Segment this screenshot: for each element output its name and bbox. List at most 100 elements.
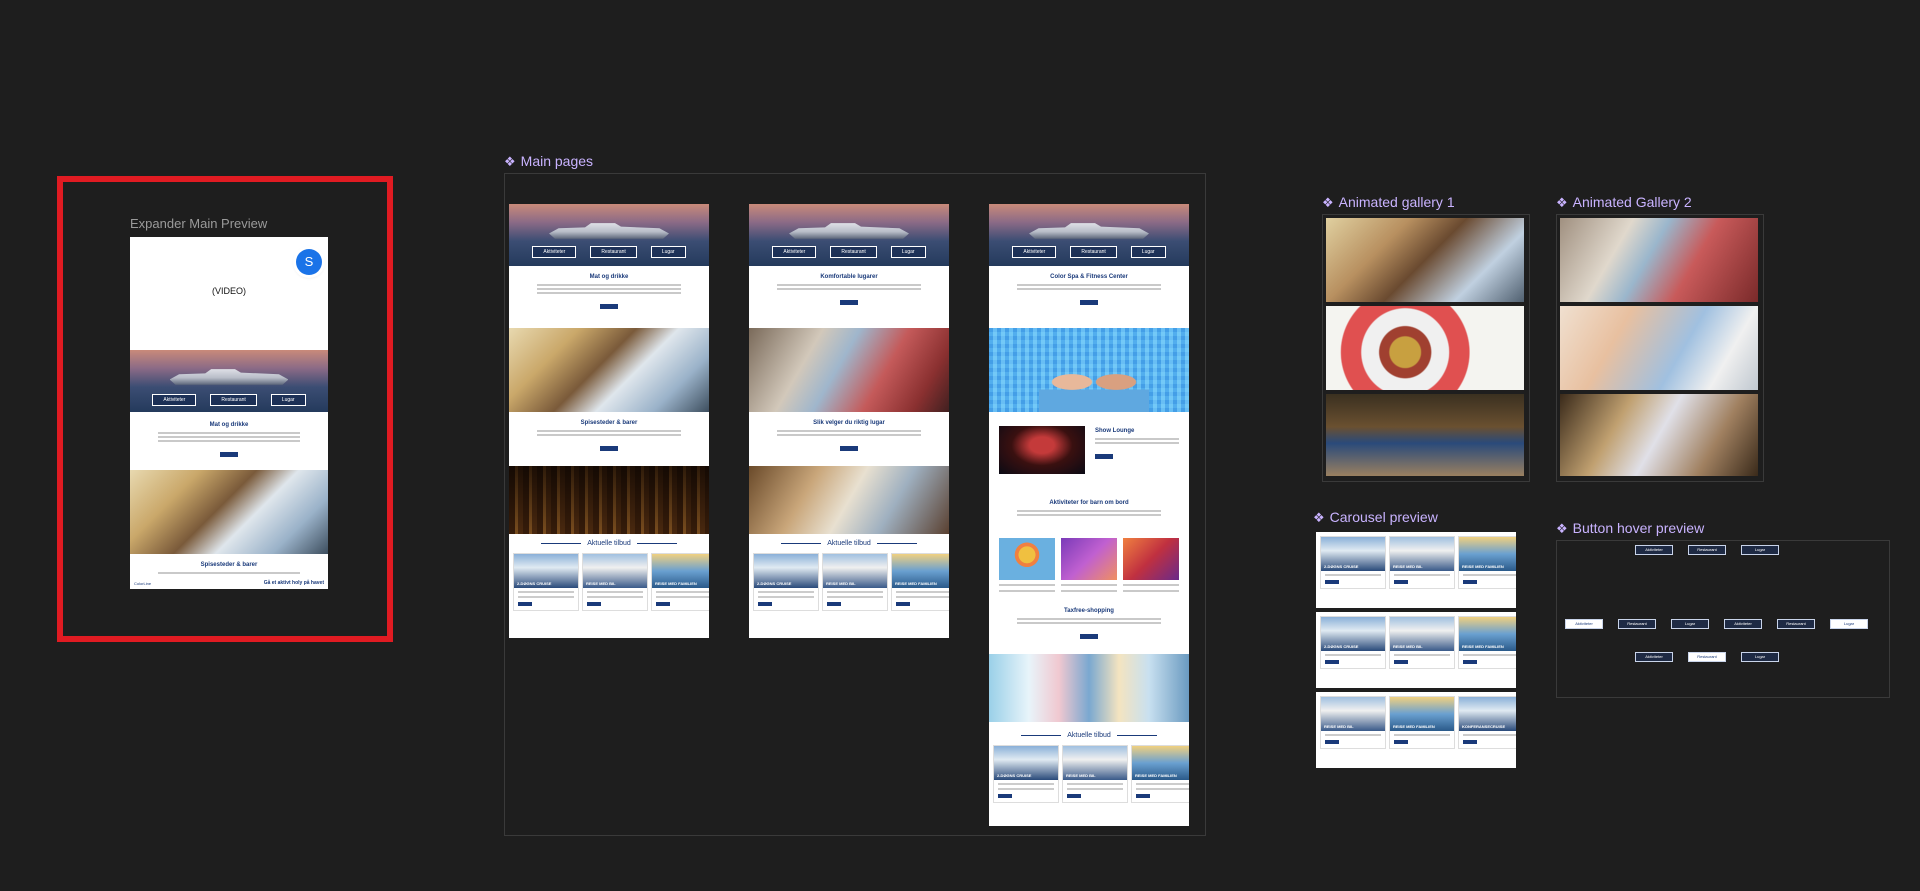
hero-button-activities[interactable]: Aktiviteter: [532, 246, 577, 258]
hero-button-activities[interactable]: Aktiviteter: [152, 394, 197, 406]
offers-title: Aktuelle tilbud: [1067, 732, 1111, 739]
offer-card[interactable]: REISE MED FAMILIEN: [891, 553, 949, 611]
bed-photo: [749, 466, 949, 534]
hover-button[interactable]: Restaurant: [1777, 619, 1815, 629]
component-icon: ❖: [1313, 510, 1325, 525]
read-more-button[interactable]: [600, 304, 618, 309]
footer-brand: ColorLine: [134, 580, 152, 586]
hover-button[interactable]: Restaurant: [1618, 619, 1656, 629]
gallery-image-child: [1560, 306, 1758, 390]
section-text: Mat og drikke: [130, 412, 328, 470]
section-title: Slik velger du riktig lugar: [813, 420, 885, 426]
hero-button-cabin[interactable]: Lugar: [270, 394, 306, 406]
expander-frame-label[interactable]: Expander Main Preview: [130, 216, 267, 231]
hover-button[interactable]: Lugar: [1671, 619, 1709, 629]
hover-button[interactable]: Aktiviteter: [1635, 545, 1673, 555]
hover-button[interactable]: Lugar: [1741, 545, 1779, 555]
avatar-letter: S: [304, 254, 314, 269]
hover-button[interactable]: Aktiviteter: [1635, 652, 1673, 662]
dining-photo: [130, 470, 328, 554]
hover-label[interactable]: ❖ Button hover preview: [1556, 520, 1704, 537]
ship-image: [169, 369, 289, 385]
hover-button[interactable]: Lugar: [1830, 619, 1868, 629]
show-section: Show Lounge: [989, 412, 1189, 492]
video-placeholder: (VIDEO) S: [130, 237, 328, 350]
activity-card[interactable]: [1123, 538, 1179, 594]
offer-card[interactable]: REISE MED FAMILIEN: [1131, 745, 1189, 803]
read-more-button[interactable]: [1080, 634, 1098, 639]
offer-card[interactable]: REISE MED FAMILIEN: [651, 553, 709, 611]
gallery1-label[interactable]: ❖ Animated gallery 1: [1322, 194, 1455, 211]
section-title: Aktiviteter for barn om bord: [1049, 500, 1129, 506]
ship-image: [549, 223, 669, 239]
read-more-button[interactable]: [840, 300, 858, 305]
hero-image: Aktiviteter Restaurant Lugar: [509, 204, 709, 266]
show-photo: [999, 426, 1085, 474]
hero-button-restaurant[interactable]: Restaurant: [1070, 246, 1117, 258]
main-pages-label[interactable]: ❖ Main pages: [504, 153, 593, 170]
hover-button[interactable]: Lugar: [1741, 652, 1779, 662]
read-more-button[interactable]: [600, 446, 618, 451]
component-icon: ❖: [504, 154, 516, 169]
offer-card[interactable]: REISE MED BIL: [1062, 745, 1128, 803]
gallery-image-dining: [1326, 218, 1524, 302]
carousel-row[interactable]: 2-DØGNS CRUISE REISE MED BIL REISE MED F…: [1316, 532, 1516, 608]
carousel-row[interactable]: 2-DØGNS CRUISE REISE MED BIL REISE MED F…: [1316, 612, 1516, 688]
offer-cards: 2-DØGNS CRUISE REISE MED BIL REISE MED F…: [989, 745, 1189, 803]
read-more-button[interactable]: [840, 446, 858, 451]
hero-button-restaurant[interactable]: Restaurant: [590, 246, 637, 258]
hero-button-cabin[interactable]: Lugar: [650, 246, 686, 258]
section-title: Show Lounge: [1095, 428, 1135, 434]
gallery-image-couple: [1560, 394, 1758, 476]
hero-button-restaurant[interactable]: Restaurant: [210, 394, 257, 406]
offer-card[interactable]: REISE MED BIL: [822, 553, 888, 611]
hero-button-cabin[interactable]: Lugar: [1130, 246, 1166, 258]
carousel-label[interactable]: ❖ Carousel preview: [1313, 509, 1438, 526]
expander-preview-page[interactable]: (VIDEO) S Aktiviteter Restaurant Lugar M…: [130, 237, 328, 589]
gallery-image-food: [1326, 306, 1524, 390]
read-more-button[interactable]: [220, 452, 238, 457]
component-icon: ❖: [1556, 521, 1568, 536]
footer-bar: ColorLine Gå et aktivt holy på havet: [130, 577, 328, 589]
offer-card[interactable]: REISE MED BIL: [582, 553, 648, 611]
shopping-photo: [989, 654, 1189, 722]
hero-image: Aktiviteter Restaurant Lugar: [749, 204, 949, 266]
offer-cards: 2-DØGNS CRUISE REISE MED BIL REISE MED F…: [749, 553, 949, 611]
hover-button[interactable]: Restaurant: [1688, 545, 1726, 555]
offer-cards: 2-DØGNS CRUISE REISE MED BIL REISE MED F…: [509, 553, 709, 611]
hover-button[interactable]: Aktiviteter: [1724, 619, 1762, 629]
read-more-button[interactable]: [1080, 300, 1098, 305]
activity-card[interactable]: [1061, 538, 1117, 594]
footer-cta[interactable]: Gå et aktivt holy på havet: [264, 580, 324, 586]
activity-cards: [989, 538, 1189, 594]
hero-button-activities[interactable]: Aktiviteter: [1012, 246, 1057, 258]
dining-photo: [509, 328, 709, 412]
hero-button-restaurant[interactable]: Restaurant: [830, 246, 877, 258]
gallery-image-chef: [1326, 394, 1524, 476]
main-page-activities[interactable]: Aktiviteter Restaurant Lugar Color Spa &…: [989, 204, 1189, 826]
offer-card[interactable]: 2-DØGNS CRUISE: [993, 745, 1059, 803]
read-more-button[interactable]: [1095, 454, 1113, 459]
cabin-photo: [749, 328, 949, 412]
ship-image: [789, 223, 909, 239]
spa-photo: [989, 328, 1189, 412]
bar-photo: [509, 466, 709, 534]
hover-button[interactable]: Restaurant: [1688, 652, 1726, 662]
gallery2-label[interactable]: ❖ Animated Gallery 2: [1556, 194, 1692, 211]
section-title: Spisesteder & barer: [580, 420, 638, 426]
hover-button[interactable]: Aktiviteter: [1565, 619, 1603, 629]
offers-title: Aktuelle tilbud: [827, 540, 871, 547]
main-page-dining[interactable]: Aktiviteter Restaurant Lugar Mat og drik…: [509, 204, 709, 638]
offer-card[interactable]: 2-DØGNS CRUISE: [513, 553, 579, 611]
section-title: Color Spa & Fitness Center: [1050, 274, 1128, 280]
avatar[interactable]: S: [296, 249, 322, 275]
offers-title: Aktuelle tilbud: [587, 540, 631, 547]
hero-button-activities[interactable]: Aktiviteter: [772, 246, 817, 258]
gallery-image-cabin: [1560, 218, 1758, 302]
offer-card[interactable]: 2-DØGNS CRUISE: [753, 553, 819, 611]
activity-card[interactable]: [999, 538, 1055, 594]
carousel-row[interactable]: REISE MED BIL REISE MED FAMILIEN KONFERA…: [1316, 692, 1516, 768]
hero-button-cabin[interactable]: Lugar: [890, 246, 926, 258]
main-page-cabins[interactable]: Aktiviteter Restaurant Lugar Komfortable…: [749, 204, 949, 638]
section-title: Mat og drikke: [589, 274, 629, 280]
